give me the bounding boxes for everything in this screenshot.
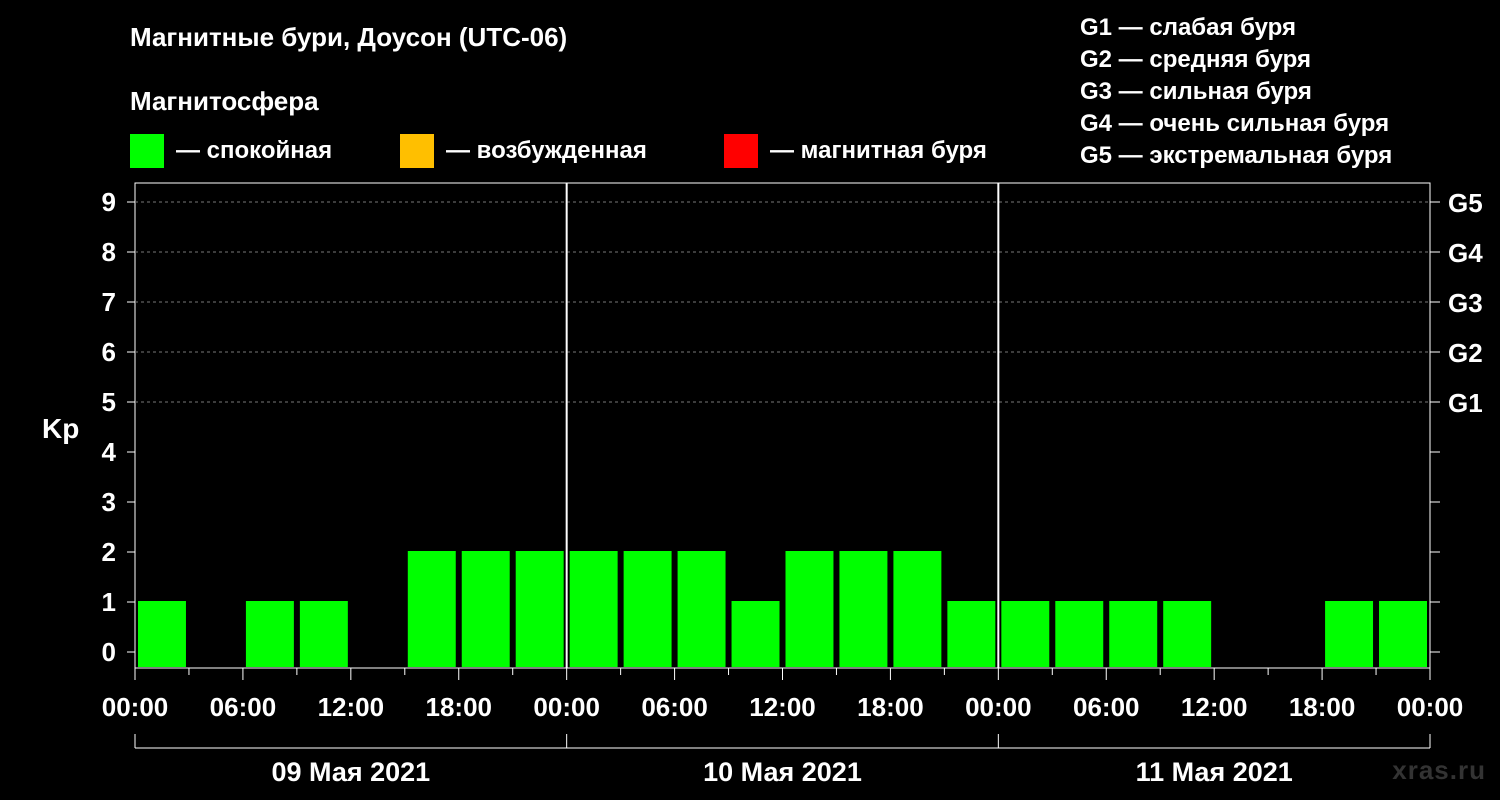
y-tick-label: 8 xyxy=(102,237,116,267)
x-tick-label: 12:00 xyxy=(318,692,385,722)
plot-frame xyxy=(134,182,1431,669)
x-tick-label: 00:00 xyxy=(1397,692,1464,722)
x-tick-label: 00:00 xyxy=(533,692,600,722)
x-tick-label: 18:00 xyxy=(857,692,924,722)
kp-bar xyxy=(1379,601,1427,667)
x-tick-label: 12:00 xyxy=(1181,692,1248,722)
kp-bar xyxy=(1325,601,1374,667)
watermark: xras.ru xyxy=(1392,755,1486,785)
kp-bar xyxy=(1001,601,1050,667)
y-tick-label: 5 xyxy=(102,387,116,417)
x-tick-label: 06:00 xyxy=(210,692,277,722)
y-tick-label: 7 xyxy=(102,287,116,317)
y-tick-label: 0 xyxy=(102,637,116,667)
kp-bar xyxy=(569,551,618,667)
kp-bar xyxy=(1109,601,1158,667)
x-tick-label: 00:00 xyxy=(102,692,169,722)
kp-bar xyxy=(515,551,564,667)
kp-bar xyxy=(138,601,186,667)
g-level-label: G4 xyxy=(1448,238,1483,268)
x-tick-label: 06:00 xyxy=(641,692,708,722)
x-tick-label: 00:00 xyxy=(965,692,1032,722)
g-level-label: G1 xyxy=(1448,388,1483,418)
kp-bar xyxy=(785,551,834,667)
x-tick-label: 18:00 xyxy=(426,692,493,722)
y-tick-label: 1 xyxy=(102,587,116,617)
y-tick-label: 3 xyxy=(102,487,116,517)
kp-bar xyxy=(1163,601,1212,667)
kp-bar xyxy=(461,551,510,667)
kp-bar xyxy=(299,601,348,667)
kp-bar xyxy=(245,601,294,667)
kp-bar xyxy=(1055,601,1104,667)
y-tick-label: 4 xyxy=(102,437,117,467)
kp-bar xyxy=(893,551,942,667)
day-label: 11 Мая 2021 xyxy=(1136,757,1293,787)
y-tick-label: 9 xyxy=(102,187,116,217)
y-axis-label: Kp xyxy=(42,413,79,444)
y-tick-label: 6 xyxy=(102,337,116,367)
x-tick-label: 06:00 xyxy=(1073,692,1140,722)
g-level-label: G2 xyxy=(1448,338,1483,368)
kp-chart: 0 1 2 3 4 5 6 7 8 9 G1 G2 G3 G4 G5 Kp 00:00 06:00 12:00 18:… xyxy=(42,182,1483,787)
kp-bar xyxy=(839,551,888,667)
kp-bar xyxy=(677,551,726,667)
kp-bar xyxy=(731,601,780,667)
kp-bar xyxy=(407,551,456,667)
x-tick-label: 12:00 xyxy=(749,692,816,722)
g-level-label: G3 xyxy=(1448,288,1483,318)
kp-bar xyxy=(623,551,672,667)
g-level-label: G5 xyxy=(1448,188,1483,218)
x-tick-label: 18:00 xyxy=(1289,692,1356,722)
y-tick-label: 2 xyxy=(102,537,116,567)
day-label: 10 Мая 2021 xyxy=(703,757,862,787)
kp-bar xyxy=(947,601,996,667)
day-label: 09 Мая 2021 xyxy=(271,757,430,787)
